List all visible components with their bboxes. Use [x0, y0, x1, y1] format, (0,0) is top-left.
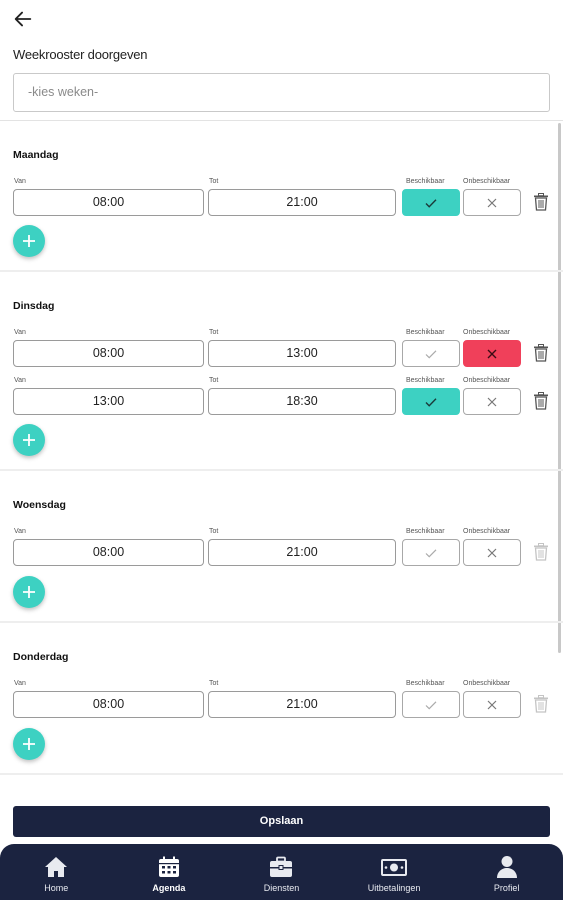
check-icon — [425, 349, 437, 359]
tot-label: Tot — [209, 329, 219, 336]
van-time-field[interactable]: 08:00 — [13, 539, 204, 566]
onbeschikbaar-label: Onbeschikbaar — [463, 528, 511, 535]
day-section-donderdag: Donderdag Van Tot Beschikbaar Onbeschikb… — [0, 623, 563, 775]
nav-item-home[interactable]: Home — [0, 844, 113, 900]
tot-time-field[interactable]: 21:00 — [208, 691, 396, 718]
back-arrow-icon[interactable] — [12, 8, 34, 30]
home-icon — [43, 854, 69, 880]
time-slot-row: Van Tot Beschikbaar Onbeschikbaar 08:00 … — [0, 528, 563, 573]
van-time-field[interactable]: 08:00 — [13, 189, 204, 216]
check-icon — [425, 397, 437, 407]
beschikbaar-toggle[interactable] — [402, 539, 460, 566]
onbeschikbaar-toggle[interactable] — [463, 340, 521, 367]
nav-item-profiel[interactable]: Profiel — [450, 844, 563, 900]
check-icon — [425, 198, 437, 208]
trash-icon[interactable] — [533, 344, 549, 362]
day-section-dinsdag: Dinsdag Van Tot Beschikbaar Onbeschikbaa… — [0, 272, 563, 471]
close-icon — [487, 349, 497, 358]
van-label: Van — [14, 680, 26, 687]
trash-icon[interactable] — [533, 193, 549, 211]
onbeschikbaar-toggle[interactable] — [463, 691, 521, 718]
beschikbaar-toggle[interactable] — [402, 340, 460, 367]
nav-label: Profiel — [493, 883, 520, 893]
day-section-maandag: Maandag Van Tot Beschikbaar Onbeschikbaa… — [0, 121, 563, 272]
onbeschikbaar-label: Onbeschikbaar — [463, 329, 511, 336]
trash-icon[interactable] — [533, 695, 549, 713]
tot-label: Tot — [209, 528, 219, 535]
tot-time-field[interactable]: 21:00 — [208, 189, 396, 216]
time-slot-row: Van Tot Beschikbaar Onbeschikbaar 08:00 … — [0, 680, 563, 725]
money-icon — [381, 854, 408, 880]
tot-label: Tot — [209, 680, 219, 687]
nav-item-diensten[interactable]: Diensten — [225, 844, 338, 900]
week-select-dropdown[interactable]: -kies weken- — [13, 73, 550, 112]
close-icon — [487, 700, 497, 709]
onbeschikbaar-toggle[interactable] — [463, 388, 521, 415]
van-label: Van — [14, 329, 26, 336]
nav-item-agenda[interactable]: Agenda — [113, 844, 226, 900]
plus-icon — [23, 738, 35, 750]
trash-icon[interactable] — [533, 392, 549, 410]
day-section-woensdag: Woensdag Van Tot Beschikbaar Onbeschikba… — [0, 471, 563, 623]
beschikbaar-label: Beschikbaar — [406, 528, 445, 535]
tot-label: Tot — [209, 377, 219, 384]
nav-label: Uitbetalingen — [367, 883, 421, 893]
add-slot-button[interactable] — [13, 728, 45, 760]
add-slot-button[interactable] — [13, 576, 45, 608]
time-slot-row: Van Tot Beschikbaar Onbeschikbaar 13:00 … — [0, 377, 563, 422]
tot-time-field[interactable]: 21:00 — [208, 539, 396, 566]
top-bar — [0, 0, 563, 36]
beschikbaar-label: Beschikbaar — [406, 178, 445, 185]
schedule-list[interactable]: Maandag Van Tot Beschikbaar Onbeschikbaa… — [0, 120, 563, 800]
save-button[interactable]: Opslaan — [13, 806, 550, 837]
close-icon — [487, 198, 497, 207]
van-time-field[interactable]: 13:00 — [13, 388, 204, 415]
van-label: Van — [14, 528, 26, 535]
check-icon — [425, 548, 437, 558]
onbeschikbaar-label: Onbeschikbaar — [463, 680, 511, 687]
add-slot-button[interactable] — [13, 225, 45, 257]
briefcase-icon — [268, 854, 294, 880]
beschikbaar-toggle[interactable] — [402, 691, 460, 718]
beschikbaar-label: Beschikbaar — [406, 680, 445, 687]
beschikbaar-label: Beschikbaar — [406, 377, 445, 384]
beschikbaar-toggle[interactable] — [402, 189, 460, 216]
van-label: Van — [14, 178, 26, 185]
day-title: Maandag — [13, 149, 59, 161]
close-icon — [487, 548, 497, 557]
time-slot-row: Van Tot Beschikbaar Onbeschikbaar 08:00 … — [0, 178, 563, 223]
time-slot-row: Van Tot Beschikbaar Onbeschikbaar 08:00 … — [0, 329, 563, 374]
nav-item-uitbetalingen[interactable]: Uitbetalingen — [338, 844, 451, 900]
day-title: Dinsdag — [13, 300, 55, 312]
tot-time-field[interactable]: 13:00 — [208, 340, 396, 367]
check-icon — [425, 700, 437, 710]
close-icon — [487, 397, 497, 406]
page-title: Weekrooster doorgeven — [13, 47, 148, 62]
nav-label: Diensten — [263, 883, 300, 893]
onbeschikbaar-toggle[interactable] — [463, 189, 521, 216]
plus-icon — [23, 586, 35, 598]
van-time-field[interactable]: 08:00 — [13, 340, 204, 367]
calendar-icon — [156, 854, 182, 880]
van-time-field[interactable]: 08:00 — [13, 691, 204, 718]
add-slot-button[interactable] — [13, 424, 45, 456]
tot-label: Tot — [209, 178, 219, 185]
plus-icon — [23, 434, 35, 446]
day-title: Woensdag — [13, 499, 66, 511]
plus-icon — [23, 235, 35, 247]
van-label: Van — [14, 377, 26, 384]
onbeschikbaar-label: Onbeschikbaar — [463, 377, 511, 384]
user-icon — [494, 854, 520, 880]
nav-label: Home — [44, 883, 69, 893]
day-title: Donderdag — [13, 651, 69, 663]
trash-icon[interactable] — [533, 543, 549, 561]
onbeschikbaar-toggle[interactable] — [463, 539, 521, 566]
bottom-navigation: Home Agenda Diensten Uitbetalingen Profi… — [0, 844, 563, 900]
onbeschikbaar-label: Onbeschikbaar — [463, 178, 511, 185]
beschikbaar-label: Beschikbaar — [406, 329, 445, 336]
nav-label: Agenda — [152, 883, 186, 893]
tot-time-field[interactable]: 18:30 — [208, 388, 396, 415]
beschikbaar-toggle[interactable] — [402, 388, 460, 415]
